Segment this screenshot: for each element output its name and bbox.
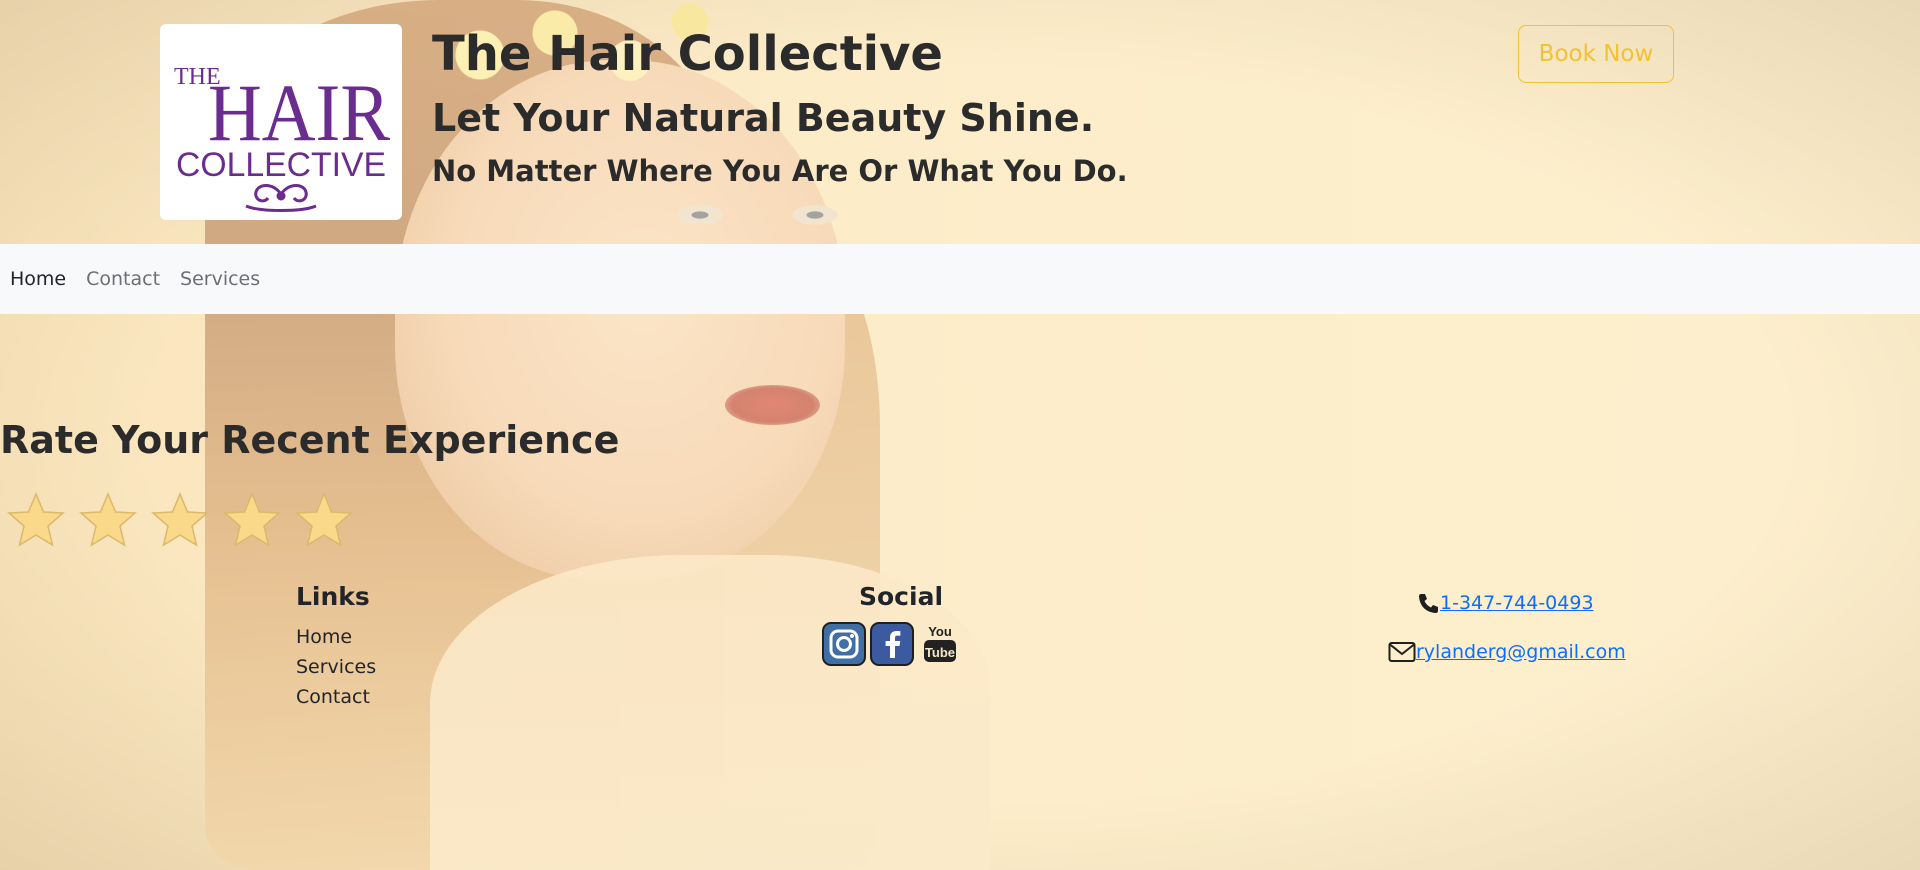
footer-link-contact[interactable]: Contact xyxy=(296,686,370,708)
footer-links-title: Links xyxy=(296,582,370,611)
facebook-icon[interactable] xyxy=(870,622,914,666)
envelope-icon xyxy=(1388,642,1416,662)
logo-flourish-icon xyxy=(245,184,317,212)
instagram-icon[interactable] xyxy=(822,622,866,666)
site-title: The Hair Collective xyxy=(432,26,943,82)
logo-text-hair: HAIR xyxy=(208,67,390,158)
logo-text-collective: COLLECTIVE xyxy=(176,146,386,184)
star-icon-1[interactable] xyxy=(6,490,66,550)
star-icon-5[interactable] xyxy=(294,490,354,550)
contact-phone: 1-347-744-0493 xyxy=(1416,592,1594,614)
footer-link-home[interactable]: Home xyxy=(296,626,352,648)
footer-link-services[interactable]: Services xyxy=(296,656,376,678)
star-rating xyxy=(6,490,366,550)
phone-link[interactable]: 1-347-744-0493 xyxy=(1440,592,1594,614)
sub-tagline: No Matter Where You Are Or What You Do. xyxy=(432,154,1128,188)
main-navbar: Home Contact Services xyxy=(0,244,1920,314)
star-icon-2[interactable] xyxy=(78,490,138,550)
nav-item-contact[interactable]: Contact xyxy=(86,268,170,290)
youtube-icon[interactable]: You Tube xyxy=(922,622,958,666)
star-icon-3[interactable] xyxy=(150,490,210,550)
rating-title: Rate Your Recent Experience xyxy=(0,418,620,462)
nav-item-home[interactable]: Home xyxy=(10,268,76,290)
star-icon-4[interactable] xyxy=(222,490,282,550)
footer-social-title: Social xyxy=(859,582,944,611)
book-now-button[interactable]: Book Now xyxy=(1518,25,1674,83)
logo: THE HAIR COLLECTIVE xyxy=(160,24,402,220)
nav-item-services[interactable]: Services xyxy=(180,268,270,290)
youtube-icon-text-bottom: Tube xyxy=(925,645,955,660)
email-link[interactable]: rylanderg@gmail.com xyxy=(1416,641,1626,663)
tagline: Let Your Natural Beauty Shine. xyxy=(432,96,1095,140)
phone-icon xyxy=(1419,594,1438,613)
youtube-icon-text-top: You xyxy=(928,624,952,639)
logo-graphic: THE HAIR COLLECTIVE xyxy=(174,64,390,212)
page: THE HAIR COLLECTIVE The Hair Collective … xyxy=(0,0,1920,870)
contact-email: rylanderg@gmail.com xyxy=(1388,641,1626,663)
